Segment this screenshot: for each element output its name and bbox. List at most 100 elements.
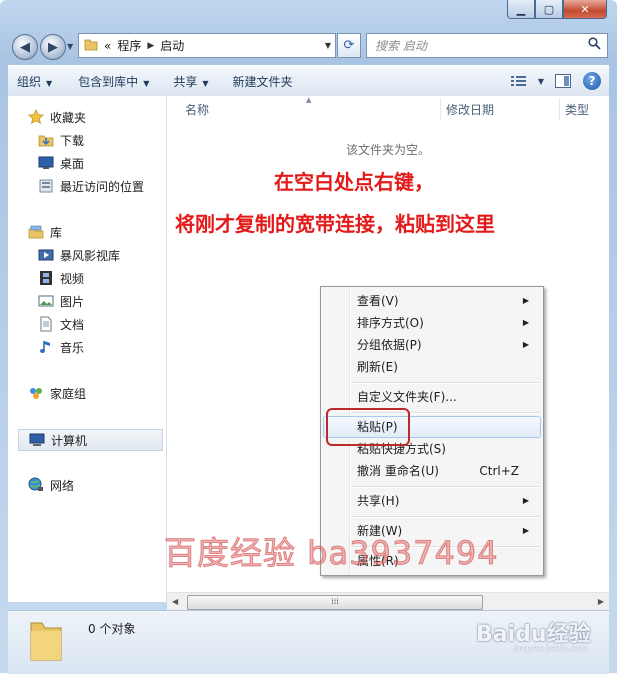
sort-indicator-icon: ▲ (306, 96, 312, 104)
submenu-arrow-icon: ▶ (522, 526, 529, 535)
recent-pages-dropdown[interactable]: ▼ (67, 42, 73, 51)
submenu-arrow-icon: ▶ (522, 340, 529, 349)
folder-large-icon (28, 617, 64, 666)
computer-icon (29, 432, 45, 448)
help-icon[interactable]: ? (583, 72, 601, 90)
menu-item-refresh[interactable]: 刷新(E) (323, 356, 539, 378)
picture-icon (38, 293, 54, 309)
annotation-line-2: 将刚才复制的宽带连接，粘贴到这里 (175, 212, 495, 236)
star-icon (28, 109, 44, 125)
nav-pictures[interactable]: 图片 (38, 291, 84, 311)
nav-downloads[interactable]: 下载 (38, 130, 84, 150)
nav-favorites-label: 收藏夹 (50, 110, 87, 125)
column-header-name[interactable]: 名称 (185, 96, 209, 122)
nav-desktop-label: 桌面 (60, 156, 85, 171)
menu-item-share[interactable]: 共享(H) ▶ (323, 490, 539, 512)
menu-item-group-by[interactable]: 分组依据(P) ▶ (323, 334, 539, 356)
column-header-type[interactable]: 类型 (565, 96, 589, 122)
nav-favorites[interactable]: 收藏夹 (28, 107, 86, 127)
nav-documents[interactable]: 文档 (38, 314, 84, 334)
new-folder-button[interactable]: 新建文件夹 (224, 73, 302, 90)
column-divider[interactable] (559, 98, 560, 120)
nav-storm-video-label: 暴风影视库 (60, 248, 121, 263)
organize-menu[interactable]: 组织 ▼ (8, 73, 61, 90)
menu-separator (351, 382, 539, 384)
nav-videos-label: 视频 (60, 271, 85, 286)
search-icon[interactable] (588, 37, 601, 54)
explorer-window: ▁ ▢ ✕ ◀ ▶ ▼ « 程序 ▶ 启动 ▼ ⟳ 搜索 启动 组织 ▼ 包含到库… (0, 0, 617, 674)
scroll-thumb[interactable]: ⁞⁞⁞ (187, 595, 483, 610)
breadcrumb-overflow[interactable]: « (104, 39, 111, 53)
menu-item-sort-by[interactable]: 排序方式(O) ▶ (323, 312, 539, 334)
item-count: 0 个对象 (88, 622, 136, 636)
address-dropdown-icon[interactable]: ▼ (325, 41, 331, 50)
nav-homegroup-label: 家庭组 (50, 386, 87, 401)
nav-libraries[interactable]: 库 (28, 222, 62, 242)
empty-folder-message: 该文件夹为空。 (345, 143, 430, 157)
homegroup-icon (28, 385, 44, 401)
downloads-folder-icon (38, 132, 54, 148)
forward-button[interactable]: ▶ (40, 34, 66, 60)
music-note-icon (38, 339, 54, 355)
menu-separator (351, 486, 539, 488)
nav-recent-label: 最近访问的位置 (60, 179, 145, 194)
command-bar: 组织 ▼ 包含到库中 ▼ 共享 ▼ 新建文件夹 ▼ ? (8, 65, 609, 97)
nav-pictures-label: 图片 (60, 294, 85, 309)
navigation-pane: 收藏夹 下载 桌面 最近访问的位置 库 暴风影视库 视频 图片 文档 音乐 家庭… (8, 96, 167, 602)
menu-item-view[interactable]: 查看(V) ▶ (323, 290, 539, 312)
chevron-right-icon[interactable]: ▶ (147, 41, 154, 51)
nav-computer-label: 计算机 (51, 433, 88, 448)
address-bar[interactable]: « 程序 ▶ 启动 ▼ (78, 33, 336, 58)
nav-network[interactable]: 网络 (28, 475, 74, 495)
column-divider[interactable] (440, 98, 441, 120)
view-options-dropdown-icon[interactable]: ▼ (536, 71, 546, 91)
nav-documents-label: 文档 (60, 317, 85, 332)
network-icon (28, 477, 44, 493)
share-menu[interactable]: 共享 ▼ (164, 73, 217, 90)
menu-item-undo-rename[interactable]: 撤消 重命名(U) Ctrl+Z (323, 460, 539, 482)
libraries-icon (28, 224, 44, 240)
storm-video-icon (38, 247, 54, 263)
close-button[interactable]: ✕ (563, 0, 607, 19)
maximize-button[interactable]: ▢ (535, 0, 563, 19)
nav-network-label: 网络 (50, 478, 75, 493)
breadcrumb-programs[interactable]: 程序 (117, 37, 141, 54)
refresh-button[interactable]: ⟳ (337, 33, 361, 58)
horizontal-scrollbar[interactable]: ◀ ⁞⁞⁞ ▶ (167, 592, 609, 611)
submenu-arrow-icon: ▶ (522, 296, 529, 305)
baidu-url: jingyan.baidu.com (514, 644, 588, 653)
change-view-icon[interactable] (508, 71, 530, 91)
preview-pane-icon[interactable] (552, 71, 574, 91)
column-header-date-modified[interactable]: 修改日期 (446, 96, 494, 122)
watermark-text: 百度经验 ba3937494 (164, 534, 499, 573)
minimize-button[interactable]: ▁ (507, 0, 535, 19)
nav-storm-video[interactable]: 暴风影视库 (38, 245, 120, 265)
search-box[interactable]: 搜索 启动 (366, 33, 608, 58)
include-in-library-menu[interactable]: 包含到库中 ▼ (69, 73, 158, 90)
nav-desktop[interactable]: 桌面 (38, 153, 84, 173)
document-icon (38, 316, 54, 332)
menu-separator (351, 516, 539, 518)
search-input[interactable]: 搜索 启动 (375, 37, 427, 54)
submenu-arrow-icon: ▶ (522, 318, 529, 327)
breadcrumb-startup[interactable]: 启动 (160, 37, 184, 54)
nav-videos[interactable]: 视频 (38, 268, 84, 288)
nav-music[interactable]: 音乐 (38, 337, 84, 357)
nav-homegroup[interactable]: 家庭组 (28, 383, 86, 403)
back-button[interactable]: ◀ (12, 34, 38, 60)
scroll-left-icon[interactable]: ◀ (172, 597, 178, 606)
recent-places-icon (38, 178, 54, 194)
annotation-line-1: 在空白处点右键， (274, 170, 434, 194)
scroll-right-icon[interactable]: ▶ (598, 597, 604, 606)
nav-recent-places[interactable]: 最近访问的位置 (38, 176, 144, 196)
desktop-icon (38, 155, 54, 171)
nav-music-label: 音乐 (60, 340, 85, 355)
nav-computer[interactable]: 计算机 (18, 429, 163, 451)
paste-highlight-box (326, 408, 410, 446)
nav-libraries-label: 库 (50, 225, 63, 240)
menu-item-customize-folder[interactable]: 自定义文件夹(F)... (323, 386, 539, 408)
shortcut-label: Ctrl+Z (479, 464, 519, 478)
submenu-arrow-icon: ▶ (522, 496, 529, 505)
nav-downloads-label: 下载 (60, 133, 85, 148)
film-icon (38, 270, 54, 286)
